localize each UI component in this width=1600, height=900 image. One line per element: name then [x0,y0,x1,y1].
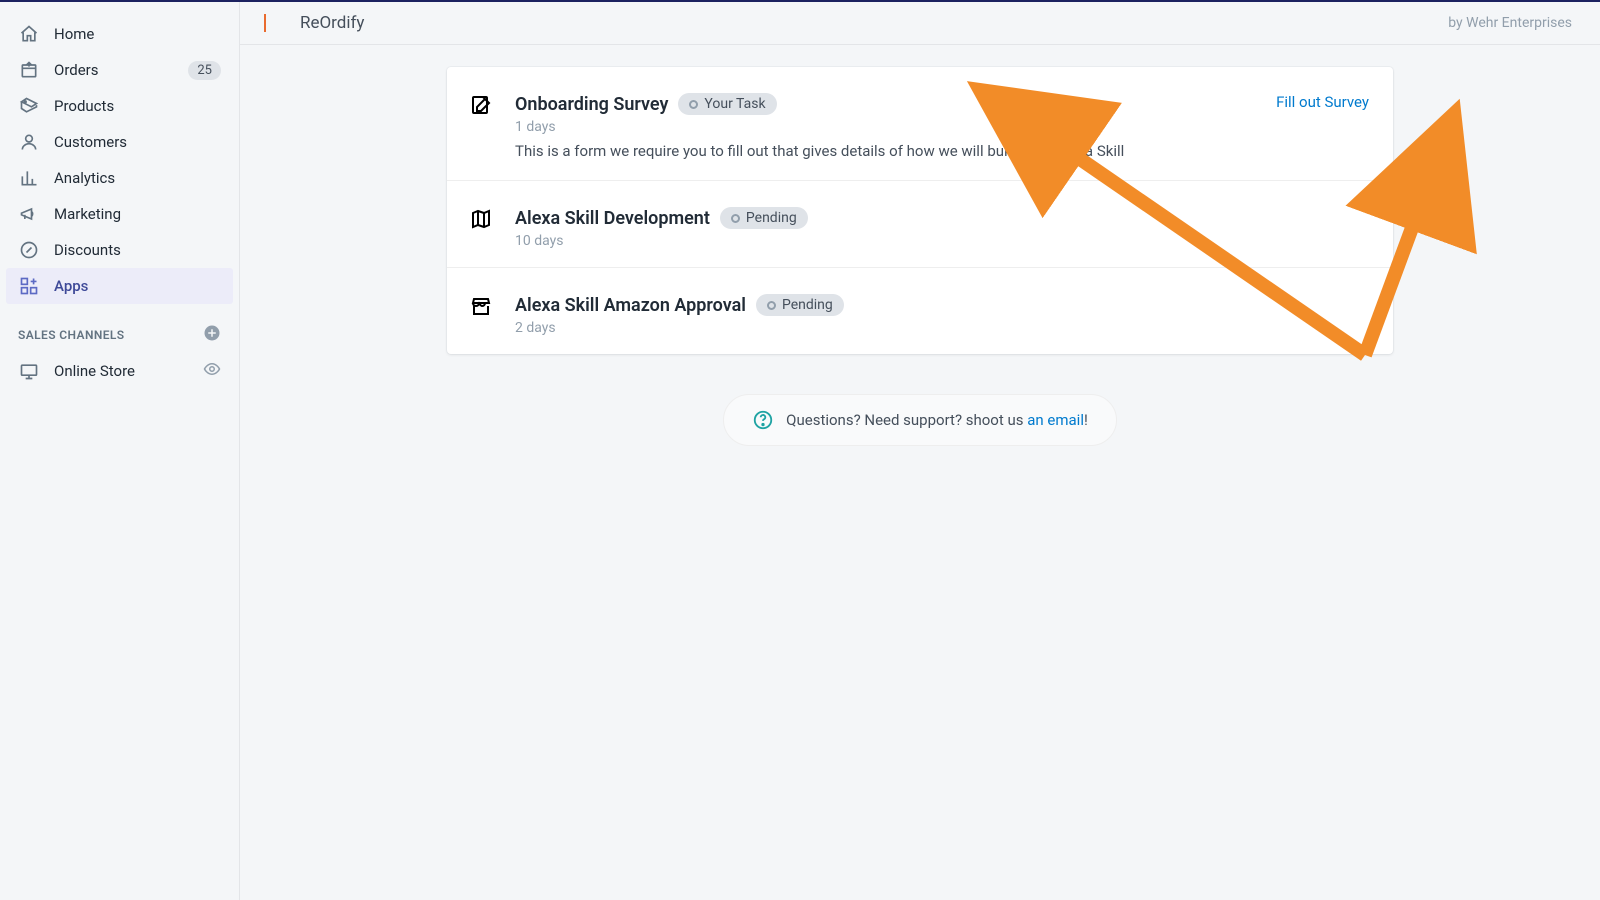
nav-label: Products [54,97,221,115]
task-title: Alexa Skill Development [515,208,710,229]
app-byline: by Wehr Enterprises [1448,15,1572,31]
tasks-card: Onboarding Survey Your Task 1 days This … [447,67,1393,354]
task-title: Onboarding Survey [515,94,668,115]
channel-online-store[interactable]: Online Store [0,353,239,389]
topbar: ReOrdify by Wehr Enterprises [240,2,1600,45]
nav-item-customers[interactable]: Customers [6,124,233,160]
customers-icon [18,131,40,153]
task-badge: Pending [756,294,844,316]
map-icon [469,207,495,233]
status-dot-icon [767,301,776,310]
sales-channels-heading: SALES CHANNELS [0,304,239,353]
task-alexa-development: Alexa Skill Development Pending 10 days [447,181,1393,268]
nav-list: Home Orders 25 Products Customers [0,16,239,304]
add-channel-button[interactable] [203,324,221,345]
support-email-link[interactable]: an email [1027,411,1084,429]
nav-label: Orders [54,61,174,79]
view-store-icon[interactable] [203,360,221,382]
store-icon [18,360,40,382]
task-duration: 2 days [515,320,1371,336]
analytics-icon [18,167,40,189]
nav-item-marketing[interactable]: Marketing [6,196,233,232]
support-text: Questions? Need support? shoot us an ema… [786,411,1088,429]
nav-label: Discounts [54,241,221,259]
nav-item-apps[interactable]: Apps [6,268,233,304]
nav-label: Apps [54,277,221,295]
status-dot-icon [689,100,698,109]
fill-out-survey-link[interactable]: Fill out Survey [1276,93,1369,111]
task-alexa-approval: Alexa Skill Amazon Approval Pending 2 da… [447,268,1393,354]
nav-label: Analytics [54,169,221,187]
orders-icon [18,59,40,81]
support-callout: Questions? Need support? shoot us an ema… [723,394,1117,446]
task-title: Alexa Skill Amazon Approval [515,295,746,316]
task-badge: Pending [720,207,808,229]
nav-item-orders[interactable]: Orders 25 [6,52,233,88]
nav-label: Marketing [54,205,221,223]
task-badge-text: Pending [746,210,797,226]
apps-icon [18,275,40,297]
question-icon [752,409,774,431]
task-badge: Your Task [678,93,776,115]
sales-channels-title: SALES CHANNELS [18,328,125,342]
app-identity: ReOrdify [268,12,364,34]
storefront-icon [469,294,495,320]
task-badge-text: Your Task [704,96,765,112]
marketing-icon [18,203,40,225]
sidebar: Home Orders 25 Products Customers [0,2,240,900]
nav-label: Home [54,25,221,43]
task-duration: 1 days [515,119,1371,135]
survey-icon [469,93,495,119]
channel-label: Online Store [54,362,189,380]
nav-item-discounts[interactable]: Discounts [6,232,233,268]
task-badge-text: Pending [782,297,833,313]
status-dot-icon [731,214,740,223]
nav-item-home[interactable]: Home [6,16,233,52]
app-logo-icon [268,12,290,34]
task-description: This is a form we require you to fill ou… [515,141,1371,162]
task-duration: 10 days [515,233,1371,249]
orders-badge: 25 [188,61,221,80]
task-onboarding-survey: Onboarding Survey Your Task 1 days This … [447,67,1393,181]
content: Onboarding Survey Your Task 1 days This … [240,45,1600,468]
nav-item-products[interactable]: Products [6,88,233,124]
app-name: ReOrdify [300,13,364,33]
products-icon [18,95,40,117]
home-icon [18,23,40,45]
nav-item-analytics[interactable]: Analytics [6,160,233,196]
nav-label: Customers [54,133,221,151]
main: ReOrdify by Wehr Enterprises Onboarding … [240,2,1600,900]
discounts-icon [18,239,40,261]
